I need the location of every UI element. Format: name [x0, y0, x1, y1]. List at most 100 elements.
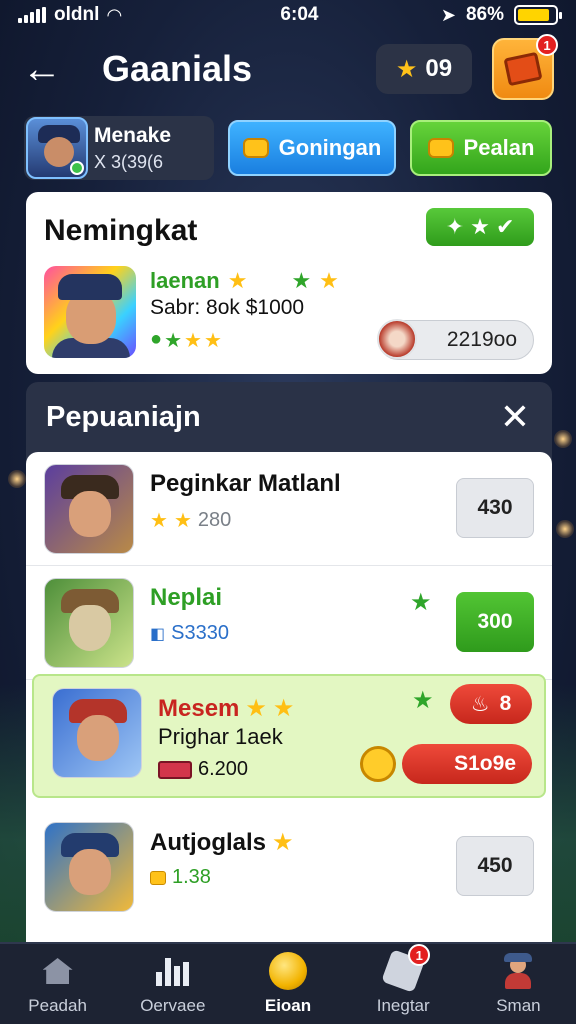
signal-icon — [18, 7, 46, 23]
list-item[interactable]: Neplai ★ ◧ S3330 300 — [26, 566, 552, 680]
featured-badge-button[interactable]: ✦ ★ ✔ — [426, 208, 534, 246]
chart-icon — [154, 952, 192, 990]
currency-value: 09 — [425, 55, 453, 82]
clock: 6:04 — [280, 4, 319, 25]
star-icon: ★ — [164, 330, 183, 352]
profile-row: Menake X 3(39(6 Goningan Pealan — [24, 116, 554, 180]
star-currency-counter[interactable]: ★ 09 — [376, 44, 472, 94]
item-value: S3330 — [171, 622, 229, 644]
profile-card[interactable]: Menake X 3(39(6 — [24, 116, 214, 180]
nav-label: Sman — [496, 996, 541, 1015]
ticket-icon — [158, 760, 192, 779]
flame-icon: ♨ — [470, 692, 490, 716]
featured-price: 2219oo — [446, 328, 517, 351]
player-id: X 3(39(6 — [94, 151, 164, 172]
star-icon: ★ — [410, 589, 432, 616]
item-line2: Prighar 1aek — [158, 724, 283, 749]
nav-label: Oervaee — [140, 996, 206, 1015]
chest-button[interactable]: 1 — [492, 34, 558, 100]
status-bar: oldnl ◠ 6:04 ➤ 86% — [0, 0, 576, 30]
star-icon: ★ — [291, 268, 312, 293]
player-name: Menake — [94, 123, 172, 147]
featured-hero-name-row: laenan ★ ★ ★ — [150, 268, 450, 294]
nav-label: Peadah — [28, 996, 87, 1015]
item-badge-count: 8 — [499, 692, 512, 715]
battery-percent: 86% — [465, 4, 504, 25]
wifi-icon: ◠ — [107, 4, 122, 25]
hero-thumbnail — [44, 822, 134, 912]
list-item-highlighted[interactable]: Mesem ★ ★ Prighar 1aek 6.200 ★ ♨ 8 S1o9e — [32, 674, 546, 798]
nav-label: Eioan — [264, 996, 312, 1015]
nav-item-coins[interactable]: Eioan — [230, 944, 345, 1024]
hero-thumbnail — [44, 464, 134, 554]
item-name: Autjoglals — [150, 828, 267, 856]
item-name: Peginkar Matlanl — [150, 470, 341, 497]
item-price-button[interactable]: S1o9e — [402, 744, 532, 784]
featured-detail: Sabr: 8ok $1000 — [150, 296, 305, 319]
back-arrow-icon[interactable]: ← — [22, 47, 82, 92]
featured-hero-portrait[interactable] — [44, 266, 136, 358]
item-stats: 6.200 — [158, 758, 248, 781]
secondary-action-button[interactable]: Pealan — [410, 120, 552, 176]
hero-list-panel: Pepuaniajn ✕ Peginkar Matlanl ★ ★ 280 43… — [26, 382, 552, 942]
item-price-button[interactable]: 430 — [456, 478, 534, 538]
gold-icon — [150, 870, 166, 885]
featured-card: Nemingkat ✦ ★ ✔ laenan ★ ★ ★ Sabr: 8ok $… — [26, 192, 552, 374]
location-icon: ➤ — [440, 4, 456, 25]
star-icon: ● — [150, 328, 163, 350]
token-icon — [377, 319, 417, 359]
nav-item-integrations[interactable]: 1 Inegtar — [346, 944, 461, 1024]
nav-label: Inegtar — [376, 996, 430, 1015]
list-item[interactable]: Autjoglals ★ 1.38 450 — [26, 810, 552, 924]
item-badge: ♨ 8 — [450, 684, 532, 724]
notification-badge: 1 — [408, 944, 431, 966]
hero-thumbnail — [44, 578, 134, 668]
nav-item-home[interactable]: Peadah — [0, 944, 115, 1024]
star-icon: ★ — [150, 510, 168, 532]
item-value: 6.200 — [198, 758, 249, 780]
battery-icon — [514, 5, 562, 25]
star-icon: ★ — [272, 695, 295, 722]
person-icon — [499, 952, 537, 990]
secondary-action-label: Pealan — [463, 135, 535, 160]
featured-title: Nemingkat — [44, 214, 198, 247]
coin-icon — [269, 952, 307, 990]
star-icon: ★ — [319, 268, 339, 293]
notification-badge: 1 — [536, 34, 558, 56]
gold-icon — [242, 138, 269, 158]
home-icon — [39, 952, 77, 990]
featured-rating: ● ★ ★ ★ — [150, 328, 222, 353]
item-stats: ★ ★ 280 — [150, 508, 231, 533]
tools-icon: 1 — [381, 944, 431, 993]
star-icon: ★ — [245, 695, 267, 722]
item-price-button[interactable]: 300 — [456, 592, 534, 652]
bottom-nav: Peadah Oervaee Eioan 1 Inegtar Sman — [0, 942, 576, 1024]
star-icon: ★ — [173, 510, 192, 532]
item-name: Neplai — [150, 584, 223, 611]
item-stats: 1.38 — [150, 866, 211, 889]
hero-thumbnail — [52, 688, 142, 778]
item-value: 1.38 — [172, 866, 211, 888]
star-icon: ★ — [395, 55, 418, 83]
stadium-light — [8, 470, 26, 488]
item-price-button[interactable]: 450 — [456, 836, 534, 896]
hero-list: Peginkar Matlanl ★ ★ 280 430 Neplai ★ ◧ … — [26, 452, 552, 942]
star-icon: ★ — [203, 330, 222, 352]
star-icon: ★ — [412, 687, 434, 714]
item-value: 280 — [197, 509, 232, 531]
carrier-label: oldnl — [54, 4, 100, 25]
featured-price-button[interactable]: 2219oo — [377, 319, 534, 360]
stadium-light — [554, 430, 572, 448]
item-stats: ◧ S3330 — [150, 622, 229, 645]
close-icon[interactable]: ✕ — [500, 396, 530, 438]
item-price: S1o9e — [454, 752, 516, 775]
primary-action-button[interactable]: Goningan — [228, 120, 396, 176]
page-title: Gaanials — [102, 48, 253, 89]
nav-item-profile[interactable]: Sman — [461, 944, 576, 1024]
list-item[interactable]: Peginkar Matlanl ★ ★ 280 430 — [26, 452, 552, 566]
star-icon: ★ — [227, 268, 248, 293]
avatar — [26, 117, 88, 179]
nav-item-overview[interactable]: Oervaee — [115, 944, 230, 1024]
gold-icon — [427, 138, 454, 158]
panel-title: Pepuaniajn — [46, 400, 201, 433]
